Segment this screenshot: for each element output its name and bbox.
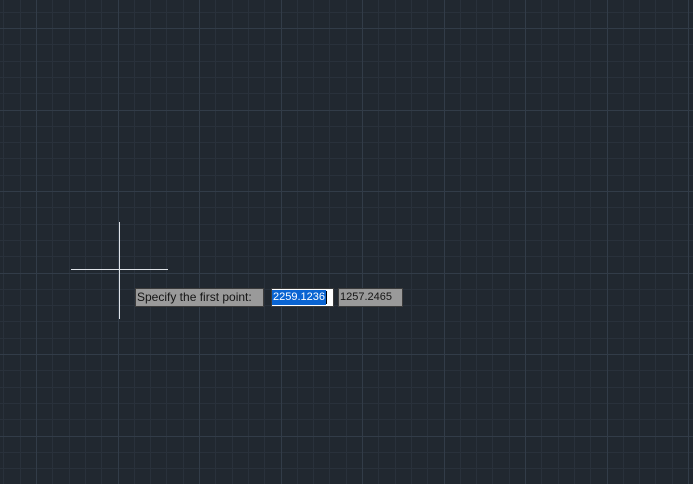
drawing-grid <box>0 0 693 484</box>
x-coordinate-value[interactable]: 2259.1236 <box>272 290 326 305</box>
x-coordinate-input[interactable]: 2259.1236 <box>271 288 334 307</box>
crosshair-vertical-line <box>119 222 120 319</box>
text-caret <box>326 290 327 304</box>
dynamic-input-prompt: Specify the first point: <box>135 288 264 307</box>
drawing-canvas[interactable]: Specify the first point: 2259.1236 1257.… <box>0 0 693 484</box>
y-coordinate-input[interactable]: 1257.2465 <box>338 288 403 307</box>
